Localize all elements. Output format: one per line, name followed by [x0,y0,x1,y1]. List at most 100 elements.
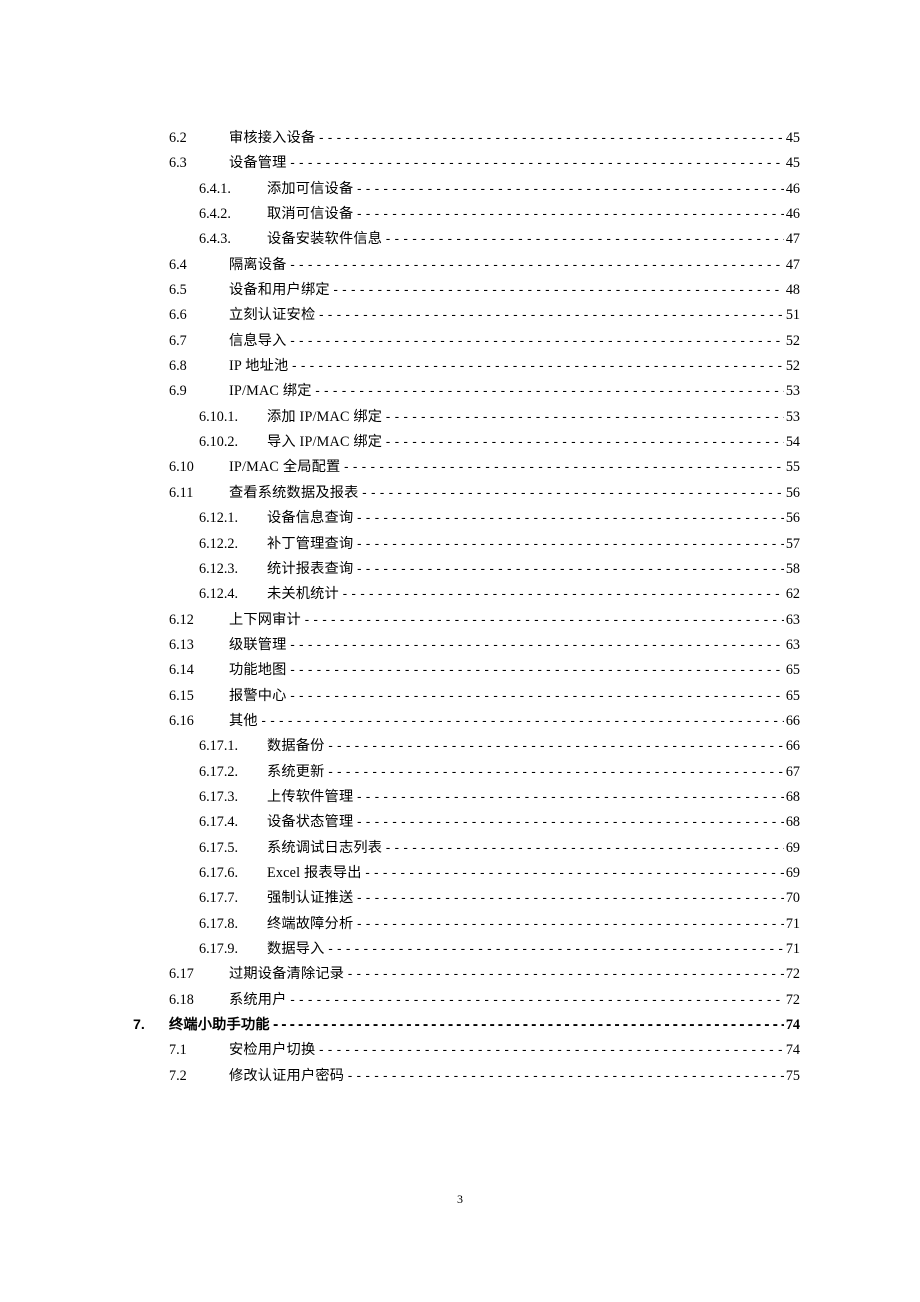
toc-leader [382,228,784,252]
toc-title: Excel 报表导出 [267,861,362,885]
toc-entry: 6.17.3.上传软件管理68 [133,785,800,810]
toc-title: IP 地址池 [229,354,288,378]
toc-number: 6.12.3. [199,557,267,581]
toc-leader [315,1039,783,1063]
toc-title: 隔离设备 [229,253,287,277]
toc-entry: 6.12.3.统计报表查询58 [133,557,800,582]
toc-page: 63 [784,633,800,657]
toc-page: 53 [784,405,800,429]
toc-number: 6.4.1. [199,177,267,201]
toc-leader [353,533,783,557]
toc-page: 51 [784,303,800,327]
toc-entry: 6.9IP/MAC 绑定53 [133,379,800,404]
toc-leader [353,507,783,531]
toc-number: 6.12.4. [199,582,267,606]
toc-number: 6.14 [169,658,229,682]
toc-number: 6.17.7. [199,886,267,910]
toc-entry: 6.7信息导入52 [133,329,800,354]
page-number: 3 [0,1192,920,1207]
toc-entry: 6.17.5.系统调试日志列表69 [133,836,800,861]
toc-entry: 6.17.6.Excel 报表导出69 [133,861,800,886]
toc-entry: 6.10.1.添加 IP/MAC 绑定53 [133,405,800,430]
toc-leader [301,609,784,633]
toc-page: 56 [784,481,800,505]
toc-page: 71 [784,937,800,961]
toc-page: 66 [784,734,800,758]
toc-number: 6.4 [169,253,229,277]
toc-title: 添加可信设备 [267,177,353,201]
toc-number: 6.2 [169,126,229,150]
toc-leader [325,761,784,785]
toc-page: 46 [784,202,800,226]
toc-leader [287,685,784,709]
toc-title: 信息导入 [229,329,287,353]
toc-title: IP/MAC 绑定 [229,379,312,403]
toc-number: 6.9 [169,379,229,403]
toc-title: 修改认证用户密码 [229,1064,344,1088]
toc-leader [258,710,784,734]
toc-number: 6.4.3. [199,227,267,251]
toc-title: 功能地图 [229,658,287,682]
toc-leader [288,355,783,379]
toc-entry: 6.18系统用户 72 [133,988,800,1013]
toc-entry: 6.12.1.设备信息查询56 [133,506,800,531]
toc-title: 设备安装软件信息 [267,227,382,251]
toc-page: 66 [784,709,800,733]
toc-entry: 7.终端小助手功能74 [133,1013,800,1038]
toc-number: 6.6 [169,303,229,327]
toc-page: 47 [784,253,800,277]
toc-page: 75 [784,1064,800,1088]
toc-number: 6.17 [169,962,229,986]
toc-number: 6.17.8. [199,912,267,936]
toc-entry: 6.6立刻认证安检51 [133,303,800,328]
toc-entry: 6.11查看系统数据及报表56 [133,481,800,506]
toc-leader [287,989,784,1013]
toc-title: 其他 [229,709,258,733]
toc-page: 68 [784,785,800,809]
toc-entry: 6.17.4.设备状态管理68 [133,810,800,835]
toc-entry: 7.2修改认证用户密码 75 [133,1064,800,1089]
toc-title: 级联管理 [229,633,287,657]
toc-page: 65 [784,684,800,708]
toc-title: 取消可信设备 [267,202,353,226]
toc-title: 系统用户 [229,988,287,1012]
toc-title: 上下网审计 [229,608,301,632]
toc-leader [312,380,784,404]
toc-title: 设备状态管理 [267,810,353,834]
toc-leader [330,279,784,303]
toc-leader [287,659,784,683]
toc-entry: 6.17.2.系统更新67 [133,760,800,785]
toc-entry: 6.10.2.导入 IP/MAC 绑定54 [133,430,800,455]
toc-leader [353,887,783,911]
toc-page: 65 [784,658,800,682]
toc-title: 数据备份 [267,734,325,758]
toc-page: 67 [784,760,800,784]
toc-entry: 6.12上下网审计63 [133,608,800,633]
toc-entry: 6.15报警中心 65 [133,684,800,709]
toc-page: 58 [784,557,800,581]
toc-number: 6.10.1. [199,405,267,429]
toc-leader [340,456,783,480]
toc-number: 7.2 [169,1064,229,1088]
toc-leader [353,558,783,582]
toc-page: 72 [784,988,800,1012]
toc-leader [287,254,784,278]
toc-leader [353,786,783,810]
toc-entry: 6.12.4.未关机统计62 [133,582,800,607]
toc-number: 6.18 [169,988,229,1012]
toc-number: 6.15 [169,684,229,708]
toc-entry: 6.17.9.数据导入71 [133,937,800,962]
toc-title: 安检用户切换 [229,1038,315,1062]
toc-title: 终端故障分析 [267,912,353,936]
toc-number: 6.17.5. [199,836,267,860]
toc-number: 6.16 [169,709,229,733]
toc-title: 报警中心 [229,684,287,708]
toc-page: 48 [784,278,800,302]
toc-entry: 7.1安检用户切换74 [133,1038,800,1063]
toc-page: 57 [784,532,800,556]
toc-leader [325,735,784,759]
toc-entry: 6.16其他 66 [133,709,800,734]
toc-leader [382,406,784,430]
toc-title: 强制认证推送 [267,886,353,910]
toc-entry: 6.4.2.取消可信设备46 [133,202,800,227]
